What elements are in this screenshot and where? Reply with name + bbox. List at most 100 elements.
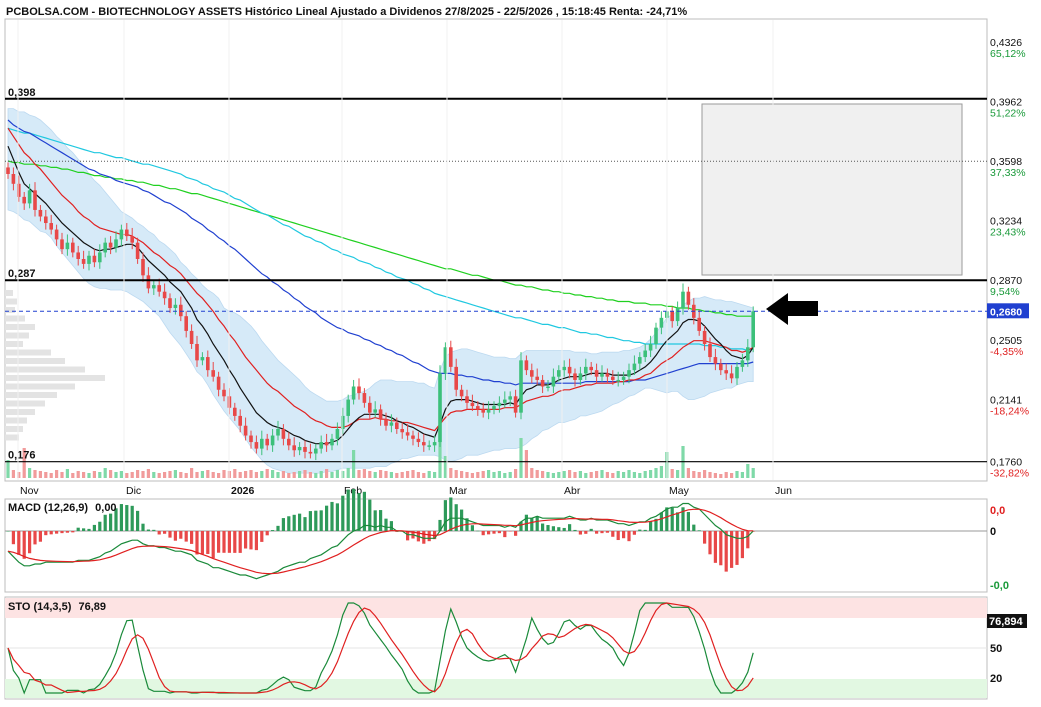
volume-bar [109,470,113,478]
candle [416,438,421,443]
macd-hist-bar [708,531,712,555]
macd-tick-bottom: -0,0 [990,580,1009,592]
candle [335,428,340,439]
volume-bar [692,471,696,478]
volume-profile-bar [5,332,29,339]
volume-bar [6,460,10,478]
candle [49,223,53,230]
month-label: May [669,485,690,497]
volume-bar [524,450,528,478]
candle [222,389,226,397]
candle [405,432,410,436]
volume-bar [487,470,491,478]
volume-bar [649,470,653,478]
macd-hist-bar [557,527,561,531]
volume-bar [735,471,739,478]
candle [486,409,491,413]
volume-bar [357,470,361,478]
candle [92,255,97,263]
candle [508,396,512,400]
volume-bar [416,472,420,478]
volume-bar [659,466,663,478]
candle [38,209,43,217]
candle [638,357,642,364]
candle [22,196,26,204]
zone-box [701,103,963,276]
candle [6,167,10,174]
volume-profile-bar [5,366,85,373]
macd-hist-bar [703,531,707,544]
volume-bar [697,472,701,478]
macd-hist-bar [632,531,636,535]
month-label: Mar [449,485,468,497]
macd-hist-bar [384,518,388,531]
candle [308,451,313,454]
macd-hist-bar [265,531,269,536]
candle [243,425,248,436]
sto-current-value: 76,894 [989,616,1024,628]
macd-hist-bar [535,516,539,531]
level-label: 0,287 [8,268,36,280]
macd-hist-bar [595,531,599,534]
volume-bar [724,472,728,478]
candle [670,311,674,322]
macd-hist-bar [735,531,739,565]
candle [497,402,502,407]
volume-bar [152,472,156,478]
volume-profile-bar [5,324,35,330]
candle [54,229,59,240]
volume-bar [373,472,377,478]
macd-hist-bar [146,529,150,531]
macd-hist-bar [643,529,647,531]
candle [346,399,350,416]
volume-profile-bar [5,315,25,322]
macd-hist-bar [87,528,91,531]
candle [216,376,221,390]
volume-bar [44,472,48,478]
sto-tick-20: 20 [990,673,1002,685]
candle [621,376,626,380]
candle [87,255,91,264]
volume-bar [395,473,399,478]
candle [546,386,550,388]
candle [362,393,367,403]
volume-bar [254,472,258,478]
candle [281,428,286,439]
volume-bar [427,471,431,478]
pct-tick-label: 51,22% [990,108,1026,120]
candle [114,239,118,248]
macd-hist-bar [562,527,566,531]
candle [184,316,188,331]
volume-bar [546,472,550,478]
volume-bar [379,470,383,478]
volume-bar [28,468,32,478]
candle [351,386,356,400]
candle [76,252,80,259]
volume-bar [578,471,582,478]
volume-bar [632,472,636,478]
volume-bar [573,472,577,478]
macd-hist-bar [238,531,242,553]
macd-hist-bar [49,531,53,535]
macd-hist-bar [492,531,496,534]
macd-hist-bar [6,531,10,532]
volume-bar [497,471,501,478]
volume-bar [335,470,339,478]
volume-bar [325,469,329,478]
candle [297,446,302,451]
macd-hist-bar [611,531,615,537]
volume-bar [400,472,404,478]
macd-hist-bar [589,528,593,531]
macd-hist-bar [341,495,345,531]
volume-bar [141,471,145,478]
candle [589,366,593,371]
candle [578,373,583,380]
volume-bar [238,472,242,478]
month-label: Jun [775,485,792,497]
volume-bar [146,469,150,478]
volume-bar [406,471,410,478]
candle [319,442,323,449]
macd-hist-bar [130,505,134,531]
volume-bar [670,469,674,478]
sto-oversold-zone [5,679,987,698]
